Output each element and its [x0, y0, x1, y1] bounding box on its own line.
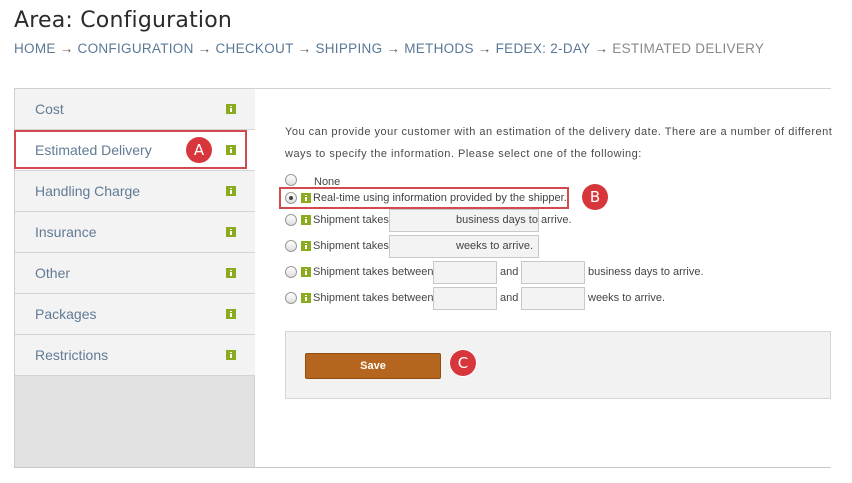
option-weeks-between[interactable]: Shipment takes between and weeks to arri…: [285, 287, 685, 311]
option-weeks-between-suffix: weeks to arrive.: [588, 292, 666, 304]
callout-badge-c: C: [450, 350, 476, 376]
info-icon[interactable]: [226, 104, 236, 114]
sidebar-item-other[interactable]: Other: [15, 253, 255, 294]
info-icon[interactable]: [301, 241, 311, 251]
sidebar-item-packages[interactable]: Packages: [15, 294, 255, 335]
option-weeks-suffix: weeks to arrive.: [456, 240, 534, 252]
sidebar-item-cost[interactable]: Cost: [15, 89, 255, 130]
sidebar-item-restrictions[interactable]: Restrictions: [15, 335, 255, 376]
option-weeks[interactable]: Shipment takes weeks to arrive.: [285, 235, 545, 259]
option-days-between-prefix: Shipment takes between: [313, 266, 434, 278]
breadcrumb-separator: →: [197, 41, 212, 56]
breadcrumb-home[interactable]: HOME: [14, 41, 56, 56]
info-icon[interactable]: [226, 186, 236, 196]
sidebar-item-label: Other: [35, 265, 71, 281]
sidebar-item-insurance[interactable]: Insurance: [15, 212, 255, 253]
intro-text: You can provide your customer with an es…: [285, 126, 833, 160]
radio-none[interactable]: [285, 174, 297, 186]
days-between-min-input[interactable]: [433, 261, 497, 284]
content-bottom-border: [14, 467, 831, 468]
breadcrumb-fedex-2-day[interactable]: FEDEX: 2-DAY: [496, 41, 591, 56]
save-button[interactable]: Save: [305, 353, 441, 379]
info-icon[interactable]: [226, 350, 236, 360]
radio-weeks[interactable]: [285, 240, 297, 252]
option-days-between-and: and: [500, 266, 519, 278]
option-days-prefix: Shipment takes: [313, 214, 389, 226]
sidebar-item-label: Packages: [35, 306, 97, 322]
option-days-between-suffix: business days to arrive.: [588, 266, 704, 278]
breadcrumb-separator: →: [594, 41, 609, 56]
days-between-max-input[interactable]: [521, 261, 585, 284]
option-days-between[interactable]: Shipment takes between and business days…: [285, 261, 705, 285]
option-weeks-prefix: Shipment takes: [313, 240, 389, 252]
callout-box-b: [279, 187, 569, 209]
option-weeks-between-prefix: Shipment takes between: [313, 292, 434, 304]
page-title: Area: Configuration: [14, 8, 233, 33]
option-days-suffix: business days to arrive.: [456, 214, 572, 226]
info-icon[interactable]: [226, 309, 236, 319]
breadcrumb-separator: →: [477, 41, 492, 56]
radio-weeks-between[interactable]: [285, 292, 297, 304]
breadcrumb-checkout[interactable]: CHECKOUT: [215, 41, 293, 56]
breadcrumb-separator: →: [297, 41, 312, 56]
info-icon[interactable]: [301, 267, 311, 277]
breadcrumb-methods[interactable]: METHODS: [404, 41, 474, 56]
breadcrumb-separator: →: [386, 41, 401, 56]
sidebar-item-label: Cost: [35, 101, 64, 117]
callout-badge-b: B: [582, 184, 608, 210]
sidebar-item-label: Handling Charge: [35, 183, 141, 199]
sidebar-item-label: Restrictions: [35, 347, 109, 363]
callout-badge-a: A: [186, 137, 212, 163]
weeks-between-min-input[interactable]: [433, 287, 497, 310]
callout-box-a: [14, 130, 247, 169]
info-icon[interactable]: [226, 268, 236, 278]
radio-days[interactable]: [285, 214, 297, 226]
option-days[interactable]: Shipment takes business days to arrive.: [285, 209, 585, 233]
sidebar-item-handling-charge[interactable]: Handling Charge: [15, 171, 255, 212]
radio-days-between[interactable]: [285, 266, 297, 278]
option-weeks-between-and: and: [500, 292, 519, 304]
breadcrumb-shipping[interactable]: SHIPPING: [315, 41, 382, 56]
sidebar-item-label: Insurance: [35, 224, 97, 240]
info-icon[interactable]: [226, 227, 236, 237]
info-icon[interactable]: [301, 215, 311, 225]
breadcrumb-configuration[interactable]: CONFIGURATION: [78, 41, 194, 56]
info-icon[interactable]: [301, 293, 311, 303]
breadcrumb: HOME → CONFIGURATION → CHECKOUT → SHIPPING → MET…: [14, 41, 764, 56]
weeks-between-max-input[interactable]: [521, 287, 585, 310]
breadcrumb-separator: →: [59, 41, 74, 56]
breadcrumb-estimated-delivery: ESTIMATED DELIVERY: [612, 41, 765, 56]
content-top-border: [254, 88, 831, 89]
